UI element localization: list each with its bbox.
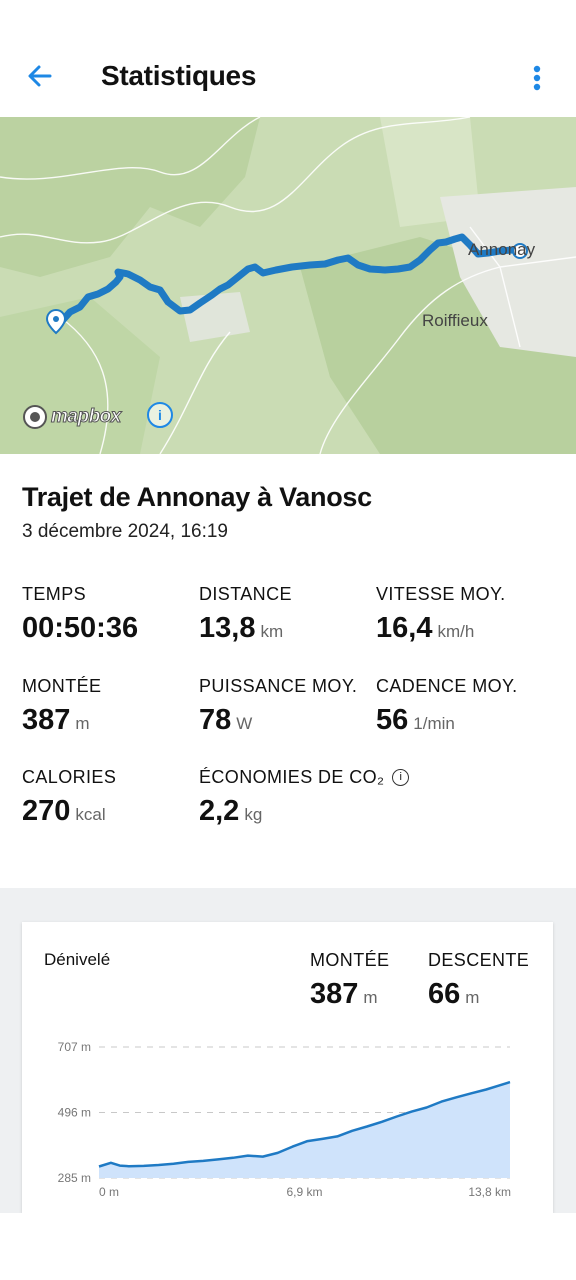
stat-vitesse-moy: VITESSE MOY. 16,4 km/h bbox=[376, 584, 506, 644]
x-tick-label: 13,8 km bbox=[468, 1185, 511, 1199]
back-button[interactable] bbox=[22, 58, 58, 94]
x-tick-label: 6,9 km bbox=[286, 1185, 322, 1199]
stat-calories: CALORIES 270 kcal bbox=[22, 767, 117, 827]
y-tick-label: 285 m bbox=[58, 1171, 91, 1185]
page-title: Statistiques bbox=[101, 60, 257, 91]
map-label-roiffieux: Roiffieux bbox=[422, 311, 488, 330]
arrow-back-icon bbox=[28, 65, 52, 87]
route-map[interactable]: Annonay Roiffieux mapbox i bbox=[0, 117, 576, 454]
app-bar: Statistiques bbox=[0, 0, 576, 116]
y-tick-label: 707 m bbox=[58, 1040, 91, 1054]
y-tick-label: 496 m bbox=[58, 1106, 91, 1120]
elevation-chart[interactable]: 707 m 496 m 285 m 0 m 6,9 km 13,8 km bbox=[22, 922, 553, 1213]
stat-cadence-moy: CADENCE MOY. 56 1/min bbox=[376, 676, 518, 736]
x-tick-label: 0 m bbox=[99, 1185, 119, 1199]
trip-date: 3 décembre 2024, 16:19 bbox=[22, 521, 228, 542]
more-vert-icon bbox=[533, 65, 541, 91]
overflow-menu-button[interactable] bbox=[520, 58, 554, 98]
trip-title: Trajet de Annonay à Vanosc bbox=[22, 482, 372, 512]
co2-info-icon[interactable]: i bbox=[392, 769, 410, 786]
mapbox-icon bbox=[23, 405, 47, 429]
mapbox-logo: mapbox bbox=[22, 402, 122, 432]
stat-distance: DISTANCE 13,8 km bbox=[199, 584, 292, 644]
stat-puissance-moy: PUISSANCE MOY. 78 W bbox=[199, 676, 358, 736]
elevation-card: Dénivelé MONTÉE 387 m DESCENTE 66 m 707 m4… bbox=[22, 922, 553, 1213]
stat-montee: MONTÉE 387 m bbox=[22, 676, 102, 736]
stat-economies-co2: ÉCONOMIES DE CO₂ i 2,2 kg bbox=[199, 767, 410, 828]
map-label-annonay: Annonay bbox=[468, 240, 536, 259]
bottom-area bbox=[0, 1213, 576, 1280]
stat-temps: TEMPS 00:50:36 bbox=[22, 584, 139, 644]
map-attribution-info-icon[interactable]: i bbox=[147, 402, 173, 428]
